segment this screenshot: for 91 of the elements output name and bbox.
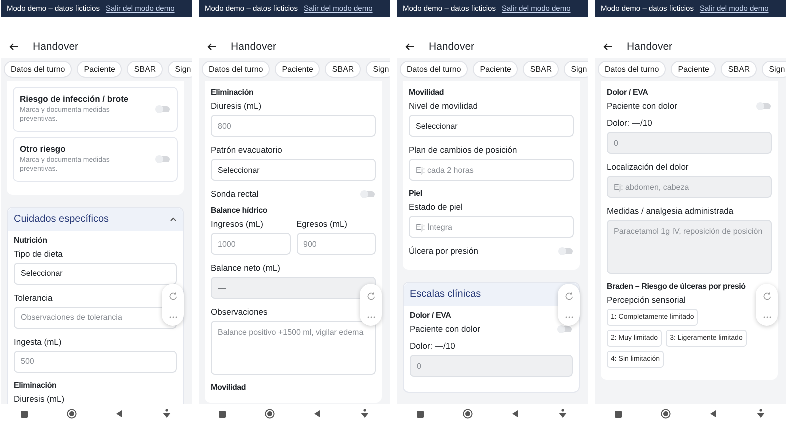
- subsection-heading: Nutrición: [14, 236, 48, 245]
- subsection-heading: Dolor / EVA: [410, 311, 452, 320]
- square-icon[interactable]: [614, 410, 622, 418]
- tab[interactable]: Paciente: [473, 61, 518, 78]
- back-icon[interactable]: [603, 43, 613, 51]
- field-label: Balance neto (mL): [211, 263, 280, 273]
- toggle-switch[interactable]: [558, 246, 574, 256]
- tab[interactable]: SBAR: [127, 61, 164, 78]
- refresh-icon[interactable]: [564, 292, 574, 300]
- toggle-switch[interactable]: [155, 154, 171, 164]
- toggle-switch[interactable]: [360, 190, 376, 198]
- field-label: Percepción sensorial: [607, 295, 686, 305]
- back-triangle-icon[interactable]: [710, 410, 718, 418]
- field-label: Egresos (mL): [296, 219, 349, 229]
- screen-title: Handover: [429, 41, 475, 53]
- tab[interactable]: Datos del turno: [400, 61, 468, 78]
- tab[interactable]: Sign: [168, 61, 192, 78]
- back-triangle-icon[interactable]: [314, 410, 322, 418]
- risk-title: Riesgo de infección / brote: [20, 94, 129, 104]
- field-label: Ingesta (mL): [14, 336, 62, 347]
- risk-title: Otro riesgo: [20, 144, 67, 154]
- tab[interactable]: Paciente: [77, 61, 122, 78]
- section-header[interactable]: Escalas clínicas: [404, 283, 579, 306]
- tab[interactable]: Sign: [762, 61, 786, 78]
- tab[interactable]: SBAR: [523, 61, 560, 78]
- select-field[interactable]: Seleccionar: [14, 262, 177, 285]
- section-title: Escalas clínicas: [410, 289, 482, 300]
- subsection-heading: Braden – Riesgo de úlceras por presió: [607, 282, 746, 291]
- section-header[interactable]: Cuidados específicos: [8, 208, 183, 231]
- field-label: Localización del dolor: [607, 162, 689, 172]
- subsection-heading: Piel: [409, 189, 422, 198]
- subsection-heading: Eliminación: [211, 88, 254, 97]
- home-icon[interactable]: [660, 409, 671, 419]
- home-icon[interactable]: [264, 409, 275, 419]
- select-field[interactable]: Seleccionar: [211, 159, 376, 181]
- tab[interactable]: Paciente: [275, 61, 320, 78]
- arrow-down-icon[interactable]: [756, 409, 766, 419]
- field-label: Plan de cambios de posición: [409, 145, 518, 155]
- field-label: Medidas / analgesia administrada: [607, 206, 734, 216]
- toggle-label: Úlcera por presión: [409, 246, 478, 256]
- arrow-down-icon[interactable]: [162, 409, 172, 419]
- tab[interactable]: Sign: [564, 61, 588, 78]
- home-icon[interactable]: [66, 409, 77, 419]
- toggle-switch[interactable]: [756, 102, 772, 110]
- subsection-heading: Movilidad: [211, 383, 246, 392]
- tab[interactable]: Datos del turno: [202, 61, 270, 78]
- refresh-icon[interactable]: [762, 292, 772, 300]
- field-label: Diuresis (mL): [211, 101, 262, 111]
- toggle-label: Sonda rectal: [211, 189, 259, 199]
- tab[interactable]: Sign: [366, 61, 390, 78]
- back-triangle-icon[interactable]: [512, 410, 520, 418]
- subsection-heading: Balance hídrico: [211, 206, 268, 215]
- screen-title: Handover: [231, 41, 277, 53]
- field-label: Patrón evacuatorio: [211, 145, 282, 155]
- refresh-icon[interactable]: [366, 292, 376, 300]
- toggle-label: Paciente con dolor: [410, 324, 480, 334]
- field-label: Dolor: —/10: [410, 341, 456, 351]
- arrow-down-icon[interactable]: [558, 409, 568, 419]
- screen-title: Handover: [33, 41, 79, 53]
- back-icon[interactable]: [405, 43, 415, 51]
- square-icon[interactable]: [218, 410, 226, 418]
- tab[interactable]: Paciente: [671, 61, 716, 78]
- tab[interactable]: SBAR: [721, 61, 758, 78]
- toggle-label: Paciente con dolor: [607, 101, 678, 111]
- back-icon[interactable]: [9, 43, 19, 51]
- tab[interactable]: SBAR: [325, 61, 362, 78]
- section-title: Cuidados específicos: [14, 214, 110, 225]
- field-label: Dolor: —/10: [607, 118, 652, 128]
- subsection-heading: Dolor / EVA: [607, 88, 648, 97]
- back-icon[interactable]: [207, 43, 217, 51]
- select-field[interactable]: Seleccionar: [409, 115, 574, 137]
- field-label: Tipo de dieta: [14, 248, 63, 259]
- subsection-heading: Movilidad: [409, 88, 444, 97]
- home-icon[interactable]: [462, 409, 473, 419]
- field-label: Observaciones: [211, 307, 268, 317]
- field-label: Ingresos (mL): [211, 219, 264, 229]
- field-label: Estado de piel: [409, 202, 463, 212]
- screen-title: Handover: [627, 41, 673, 53]
- tab[interactable]: Datos del turno: [4, 61, 72, 78]
- tab[interactable]: Datos del turno: [598, 61, 666, 78]
- subsection-heading: Eliminación: [14, 380, 57, 390]
- toggle-switch[interactable]: [155, 104, 171, 114]
- field-label: Diuresis (mL): [14, 394, 65, 404]
- square-icon[interactable]: [416, 410, 424, 418]
- field-label: Tolerancia: [14, 292, 53, 303]
- toggle-switch[interactable]: [557, 324, 573, 334]
- refresh-icon[interactable]: [168, 292, 178, 300]
- back-triangle-icon[interactable]: [116, 410, 124, 418]
- arrow-down-icon[interactable]: [360, 409, 370, 419]
- field-label: Nivel de movilidad: [409, 101, 478, 111]
- square-icon[interactable]: [20, 410, 28, 418]
